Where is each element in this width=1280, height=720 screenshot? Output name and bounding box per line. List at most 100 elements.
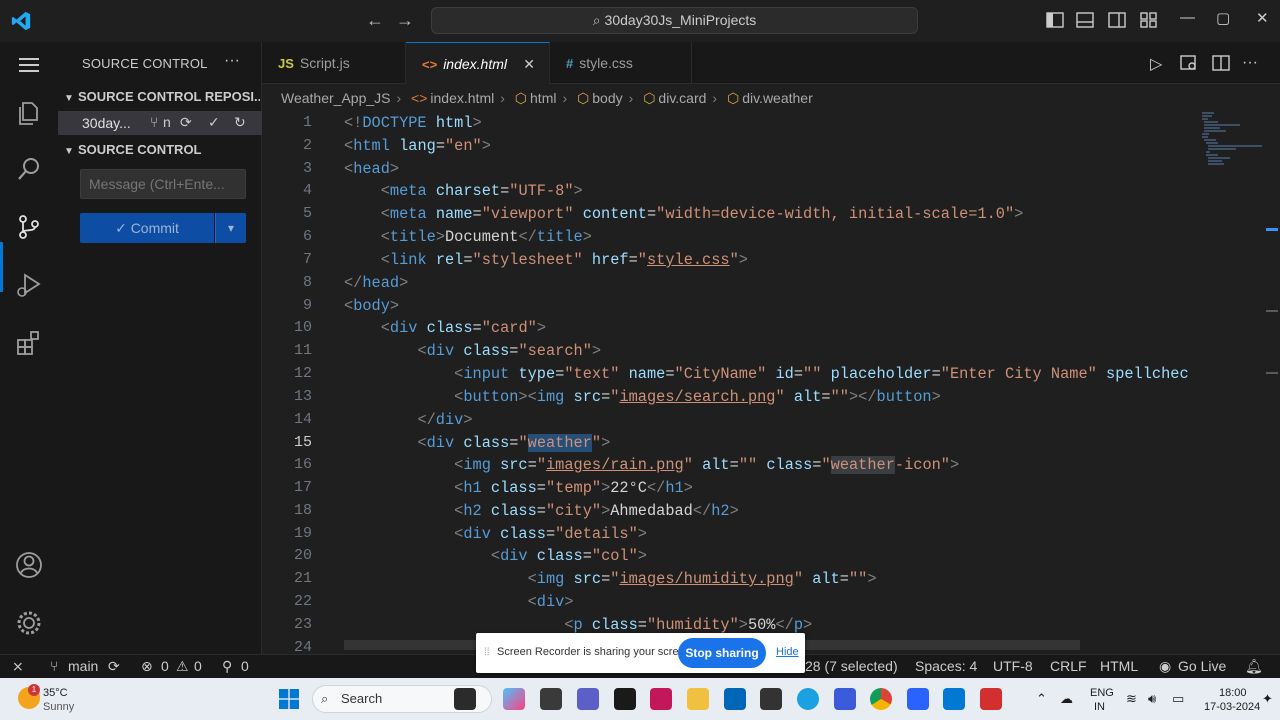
sync-icon[interactable]: ⟳ [108,658,120,675]
language-mode[interactable]: HTML [1100,658,1138,674]
accounts-icon[interactable] [14,550,44,580]
tab-index-html[interactable]: <> index.html ✕ [406,42,550,84]
wifi-icon[interactable]: ≋ [1126,691,1137,707]
element-icon: ⬡ [514,90,528,106]
weather-temperature[interactable]: 35°C [43,687,68,699]
repositories-section-header[interactable]: ▼ SOURCE CONTROL REPOSI... [64,89,260,104]
extensions-icon[interactable] [14,328,44,358]
encoding[interactable]: UTF-8 [993,658,1033,674]
vscode-logo-icon[interactable] [10,10,32,32]
code-editor[interactable]: 1 2 3 4 5 6 7 8 9 10 11 12 13 14 15 16 17 18 19 20 21 22 23 24 … [262,110,1280,654]
intellij-icon[interactable] [614,688,636,710]
forward-arrow-icon[interactable]: → [396,10,414,31]
refresh-icon[interactable]: ↻ [234,114,246,131]
source-control-section-header[interactable]: ▼ SOURCE CONTROL [64,142,260,157]
remote-indicator-icon[interactable]: ⨯ [12,658,24,675]
clock-date[interactable]: 17-03-2024 [1204,701,1260,713]
vertical-scrollbar[interactable] [1264,110,1278,654]
tray-overflow-chevron-icon[interactable]: ⌃ [1036,691,1047,707]
store-icon[interactable] [724,688,746,710]
js-file-icon: JS [278,56,294,71]
windows-start-icon[interactable] [279,689,299,709]
explorer-icon[interactable] [14,98,44,128]
minimap[interactable] [1200,110,1264,170]
branch-icon[interactable]: ⑂ [150,114,158,130]
battery-icon[interactable]: ▭ [1172,691,1184,707]
repository-row[interactable]: 30day... ⑂ n ⟳ ✓ ↻ [58,111,262,135]
sync-icon[interactable]: ⟳ [180,114,192,131]
drag-handle-icon[interactable]: ⁞⁞ [484,647,490,658]
breadcrumb-body[interactable]: body [592,90,622,106]
tab-style-css[interactable]: # style.css [550,42,692,84]
back-arrow-icon[interactable]: ← [366,10,384,31]
toggle-primary-sidebar-icon[interactable] [1046,11,1064,29]
line-number: 24 [293,639,312,654]
error-count[interactable]: 0 [161,658,169,674]
cloud-icon[interactable]: ☁ [1060,691,1073,707]
chrome-icon[interactable] [870,688,892,710]
stop-sharing-button[interactable]: Stop sharing [678,638,766,668]
warning-count[interactable]: 0 [194,658,202,674]
run-icon[interactable]: ▷ [1150,54,1162,74]
notification-center-icon[interactable]: ✦ [1262,691,1273,707]
source-control-icon[interactable] [14,212,44,242]
close-tab-icon[interactable]: ✕ [523,43,535,85]
input-language[interactable]: ENG [1090,687,1114,699]
restore-button[interactable]: ▢ [1216,9,1230,27]
breadcrumb-folder[interactable]: Weather_App_JS [281,90,390,106]
breadcrumb-div-card[interactable]: div.card [658,90,706,106]
toggle-secondary-sidebar-icon[interactable] [1108,11,1126,29]
ports-count[interactable]: 0 [241,658,249,674]
tab-script-js[interactable]: JS Script.js [262,42,406,84]
edge-icon[interactable] [797,688,819,710]
breadcrumb-div-weather[interactable]: div.weather [742,90,813,106]
html-file-icon: <> [411,90,428,106]
go-live-button[interactable]: Go Live [1178,658,1226,674]
search-view-icon[interactable] [14,154,44,184]
app-icon[interactable] [907,688,929,710]
input-region[interactable]: IN [1094,701,1105,713]
settings-gear-icon[interactable] [14,608,44,638]
clock-time[interactable]: 18:00 [1219,687,1247,699]
run-and-debug-icon[interactable] [14,270,44,300]
command-center-search[interactable]: ⌕ 30day30Js_MiniProjects [431,7,918,34]
minimize-button[interactable]: — [1180,9,1195,26]
copilot-icon[interactable] [503,688,525,710]
code-line-19: <div class="details"> [454,525,647,543]
editor-more-actions-icon[interactable]: ··· [1242,54,1258,72]
teams-icon[interactable] [577,688,599,710]
menu-icon[interactable] [14,50,44,80]
commit-button[interactable]: ✓ Commit [80,213,214,243]
sidebar-more-actions-button[interactable]: ··· [224,52,240,70]
line-number: 22 [293,593,312,610]
screen-recorder-icon[interactable] [980,688,1002,710]
line-number: 21 [293,570,312,587]
volume-icon[interactable]: 🔊︎ [1148,691,1156,707]
commit-dropdown-chevron-icon[interactable]: ▾ [215,213,246,243]
close-window-button[interactable]: ✕ [1256,9,1269,27]
notifications-bell-icon[interactable]: 🔔︎ [1245,658,1263,675]
tab-label: Script.js [299,55,350,71]
media-app-icon[interactable] [650,688,672,710]
commit-message-input[interactable] [80,169,246,199]
breadcrumb-html[interactable]: html [530,90,556,106]
branch-name[interactable]: main [68,658,98,674]
cursor-selection[interactable]: 28 (7 selected) [805,658,898,674]
indentation[interactable]: Spaces: 4 [915,658,977,674]
customize-layout-icon[interactable] [1140,11,1158,29]
widget-app-icon[interactable] [454,688,476,710]
file-explorer-icon[interactable] [687,688,709,710]
open-preview-icon[interactable] [1180,54,1198,72]
hide-banner-link[interactable]: Hide [776,646,799,658]
vscode-taskbar-icon[interactable] [943,688,965,710]
task-view-icon[interactable] [540,688,562,710]
breadcrumb-file[interactable]: index.html [430,90,494,106]
commit-check-icon[interactable]: ✓ [208,114,220,131]
weather-condition[interactable]: Sunny [43,701,74,713]
box-app-icon[interactable] [760,688,782,710]
split-editor-icon[interactable] [1212,54,1230,72]
code-line-14: </div> [417,411,473,429]
dev-app-icon[interactable] [834,688,856,710]
toggle-panel-icon[interactable] [1076,11,1094,29]
line-endings[interactable]: CRLF [1050,658,1087,674]
